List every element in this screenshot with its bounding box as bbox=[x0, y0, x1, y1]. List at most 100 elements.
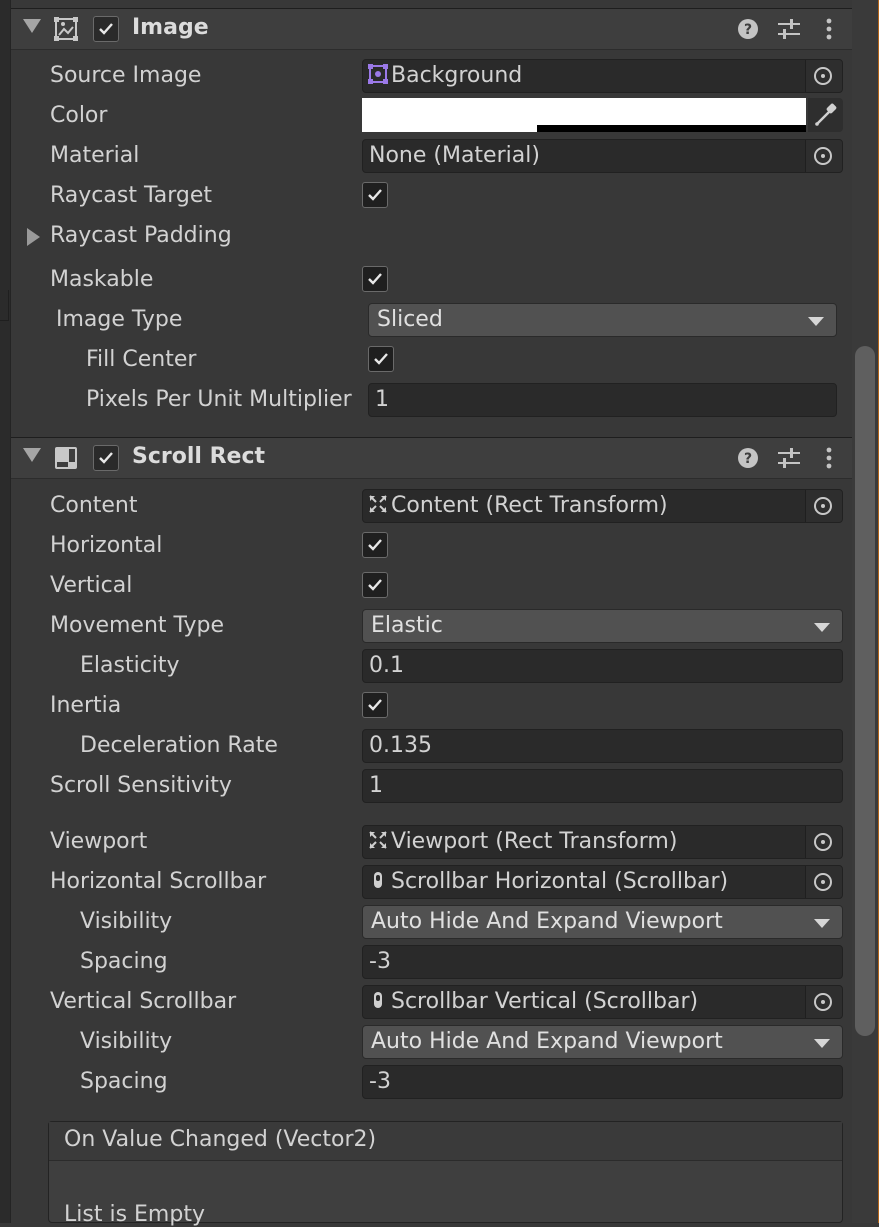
image-type-value: Sliced bbox=[377, 307, 443, 332]
h-visibility-value: Auto Hide And Expand Viewport bbox=[371, 909, 723, 934]
component-title: Image bbox=[132, 15, 209, 40]
checkmark-icon bbox=[374, 353, 388, 365]
target-icon[interactable] bbox=[805, 140, 842, 172]
ppu-input[interactable]: 1 bbox=[368, 383, 837, 417]
chevron-down-icon bbox=[808, 317, 824, 326]
on-value-changed-event: On Value Changed (Vector2) List is Empty bbox=[48, 1121, 843, 1227]
vertical-scrollbar-field[interactable]: Scrollbar Vertical (Scrollbar) bbox=[362, 985, 843, 1019]
chevron-down-icon bbox=[814, 919, 830, 928]
v-spacing-value: -3 bbox=[369, 1069, 391, 1094]
raycast-padding-label[interactable]: Raycast Padding bbox=[50, 223, 232, 248]
elasticity-value: 0.1 bbox=[369, 653, 404, 678]
target-icon[interactable] bbox=[805, 986, 842, 1018]
rect-transform-icon bbox=[369, 831, 387, 849]
material-label: Material bbox=[50, 143, 140, 168]
content-field[interactable]: Content (Rect Transform) bbox=[362, 489, 843, 523]
sliders-icon[interactable] bbox=[776, 17, 802, 41]
scrollbar-icon bbox=[374, 992, 382, 1008]
movement-type-label: Movement Type bbox=[50, 613, 225, 638]
scroll-rect-component-header[interactable]: Scroll Rect ? bbox=[11, 437, 852, 479]
vertical-checkbox[interactable] bbox=[362, 572, 388, 598]
target-icon[interactable] bbox=[805, 826, 842, 858]
image-component-header[interactable]: Image ? bbox=[11, 8, 852, 50]
raycast-target-label: Raycast Target bbox=[50, 183, 213, 208]
foldout-collapsed-icon[interactable] bbox=[27, 228, 40, 246]
material-value: None (Material) bbox=[369, 143, 540, 168]
h-visibility-dropdown[interactable]: Auto Hide And Expand Viewport bbox=[362, 905, 843, 939]
horizontal-scrollbar-field[interactable]: Scrollbar Horizontal (Scrollbar) bbox=[362, 865, 843, 899]
inspector-panel: Image ? Source Image Background Color Ma… bbox=[10, 0, 852, 1227]
inertia-checkbox[interactable] bbox=[362, 692, 388, 718]
target-icon[interactable] bbox=[805, 60, 842, 92]
v-visibility-dropdown[interactable]: Auto Hide And Expand Viewport bbox=[362, 1025, 843, 1059]
checkmark-icon bbox=[368, 699, 382, 711]
vertical-scrollbar-value: Scrollbar Vertical (Scrollbar) bbox=[391, 989, 699, 1014]
h-visibility-label: Visibility bbox=[80, 909, 173, 934]
scroll-rect-enabled-checkbox[interactable] bbox=[93, 445, 119, 471]
viewport-label: Viewport bbox=[50, 829, 148, 854]
raycast-target-checkbox[interactable] bbox=[362, 182, 388, 208]
elasticity-input[interactable]: 0.1 bbox=[362, 649, 843, 683]
image-enabled-checkbox[interactable] bbox=[93, 16, 119, 42]
checkmark-icon bbox=[368, 189, 382, 201]
source-image-field[interactable]: Background bbox=[362, 59, 843, 93]
scroll-sensitivity-value: 1 bbox=[369, 773, 383, 798]
horizontal-label: Horizontal bbox=[50, 533, 163, 558]
color-field[interactable] bbox=[362, 98, 843, 132]
event-empty-text: List is Empty bbox=[64, 1202, 205, 1227]
rect-transform-icon bbox=[369, 495, 387, 513]
inertia-label: Inertia bbox=[50, 693, 122, 718]
help-icon[interactable]: ? bbox=[736, 446, 762, 470]
deceleration-rate-input[interactable]: 0.135 bbox=[362, 729, 843, 763]
deceleration-rate-value: 0.135 bbox=[369, 733, 432, 758]
movement-type-dropdown[interactable]: Elastic bbox=[362, 609, 843, 643]
h-spacing-label: Spacing bbox=[80, 949, 168, 974]
left-dock-strip bbox=[0, 0, 10, 1223]
alpha-bar bbox=[537, 125, 806, 132]
eyedropper-icon[interactable] bbox=[808, 98, 843, 132]
ppu-value: 1 bbox=[375, 387, 389, 412]
v-visibility-label: Visibility bbox=[80, 1029, 173, 1054]
vertical-scrollbar-label: Vertical Scrollbar bbox=[50, 989, 237, 1014]
v-spacing-label: Spacing bbox=[80, 1069, 168, 1094]
movement-type-value: Elastic bbox=[371, 613, 443, 638]
scrollbar-icon bbox=[374, 872, 382, 888]
image-type-dropdown[interactable]: Sliced bbox=[368, 303, 837, 337]
event-header: On Value Changed (Vector2) bbox=[49, 1122, 842, 1161]
target-icon[interactable] bbox=[805, 490, 842, 522]
sprite-icon bbox=[368, 64, 388, 84]
maskable-checkbox[interactable] bbox=[362, 266, 388, 292]
scrollbar-thumb[interactable] bbox=[855, 346, 875, 1036]
image-type-label: Image Type bbox=[56, 307, 183, 332]
svg-text:?: ? bbox=[744, 22, 752, 38]
chevron-down-icon bbox=[814, 1039, 830, 1048]
h-spacing-input[interactable]: -3 bbox=[362, 945, 843, 979]
foldout-expanded-icon[interactable] bbox=[23, 448, 41, 462]
source-image-value: Background bbox=[391, 63, 523, 88]
foldout-expanded-icon[interactable] bbox=[23, 19, 41, 33]
fill-center-checkbox[interactable] bbox=[368, 346, 394, 372]
checkmark-icon bbox=[99, 23, 113, 35]
color-label: Color bbox=[50, 103, 108, 128]
kebab-menu-icon[interactable] bbox=[816, 446, 842, 470]
scroll-sensitivity-input[interactable]: 1 bbox=[362, 769, 843, 803]
material-field[interactable]: None (Material) bbox=[362, 139, 843, 173]
horizontal-checkbox[interactable] bbox=[362, 532, 388, 558]
v-spacing-input[interactable]: -3 bbox=[362, 1065, 843, 1099]
sliders-icon[interactable] bbox=[776, 446, 802, 470]
source-image-label: Source Image bbox=[50, 63, 202, 88]
help-icon[interactable]: ? bbox=[736, 17, 762, 41]
inspector-window: Image ? Source Image Background Color Ma… bbox=[0, 0, 879, 1227]
event-title: On Value Changed (Vector2) bbox=[64, 1127, 377, 1152]
maskable-label: Maskable bbox=[50, 267, 154, 292]
viewport-field[interactable]: Viewport (Rect Transform) bbox=[362, 825, 843, 859]
horizontal-scrollbar-label: Horizontal Scrollbar bbox=[50, 869, 267, 894]
checkmark-icon bbox=[368, 579, 382, 591]
image-component-icon bbox=[54, 17, 78, 41]
target-icon[interactable] bbox=[805, 866, 842, 898]
vertical-label: Vertical bbox=[50, 573, 133, 598]
content-value: Content (Rect Transform) bbox=[391, 493, 668, 518]
kebab-menu-icon[interactable] bbox=[816, 17, 842, 41]
h-spacing-value: -3 bbox=[369, 949, 391, 974]
content-label: Content bbox=[50, 493, 138, 518]
